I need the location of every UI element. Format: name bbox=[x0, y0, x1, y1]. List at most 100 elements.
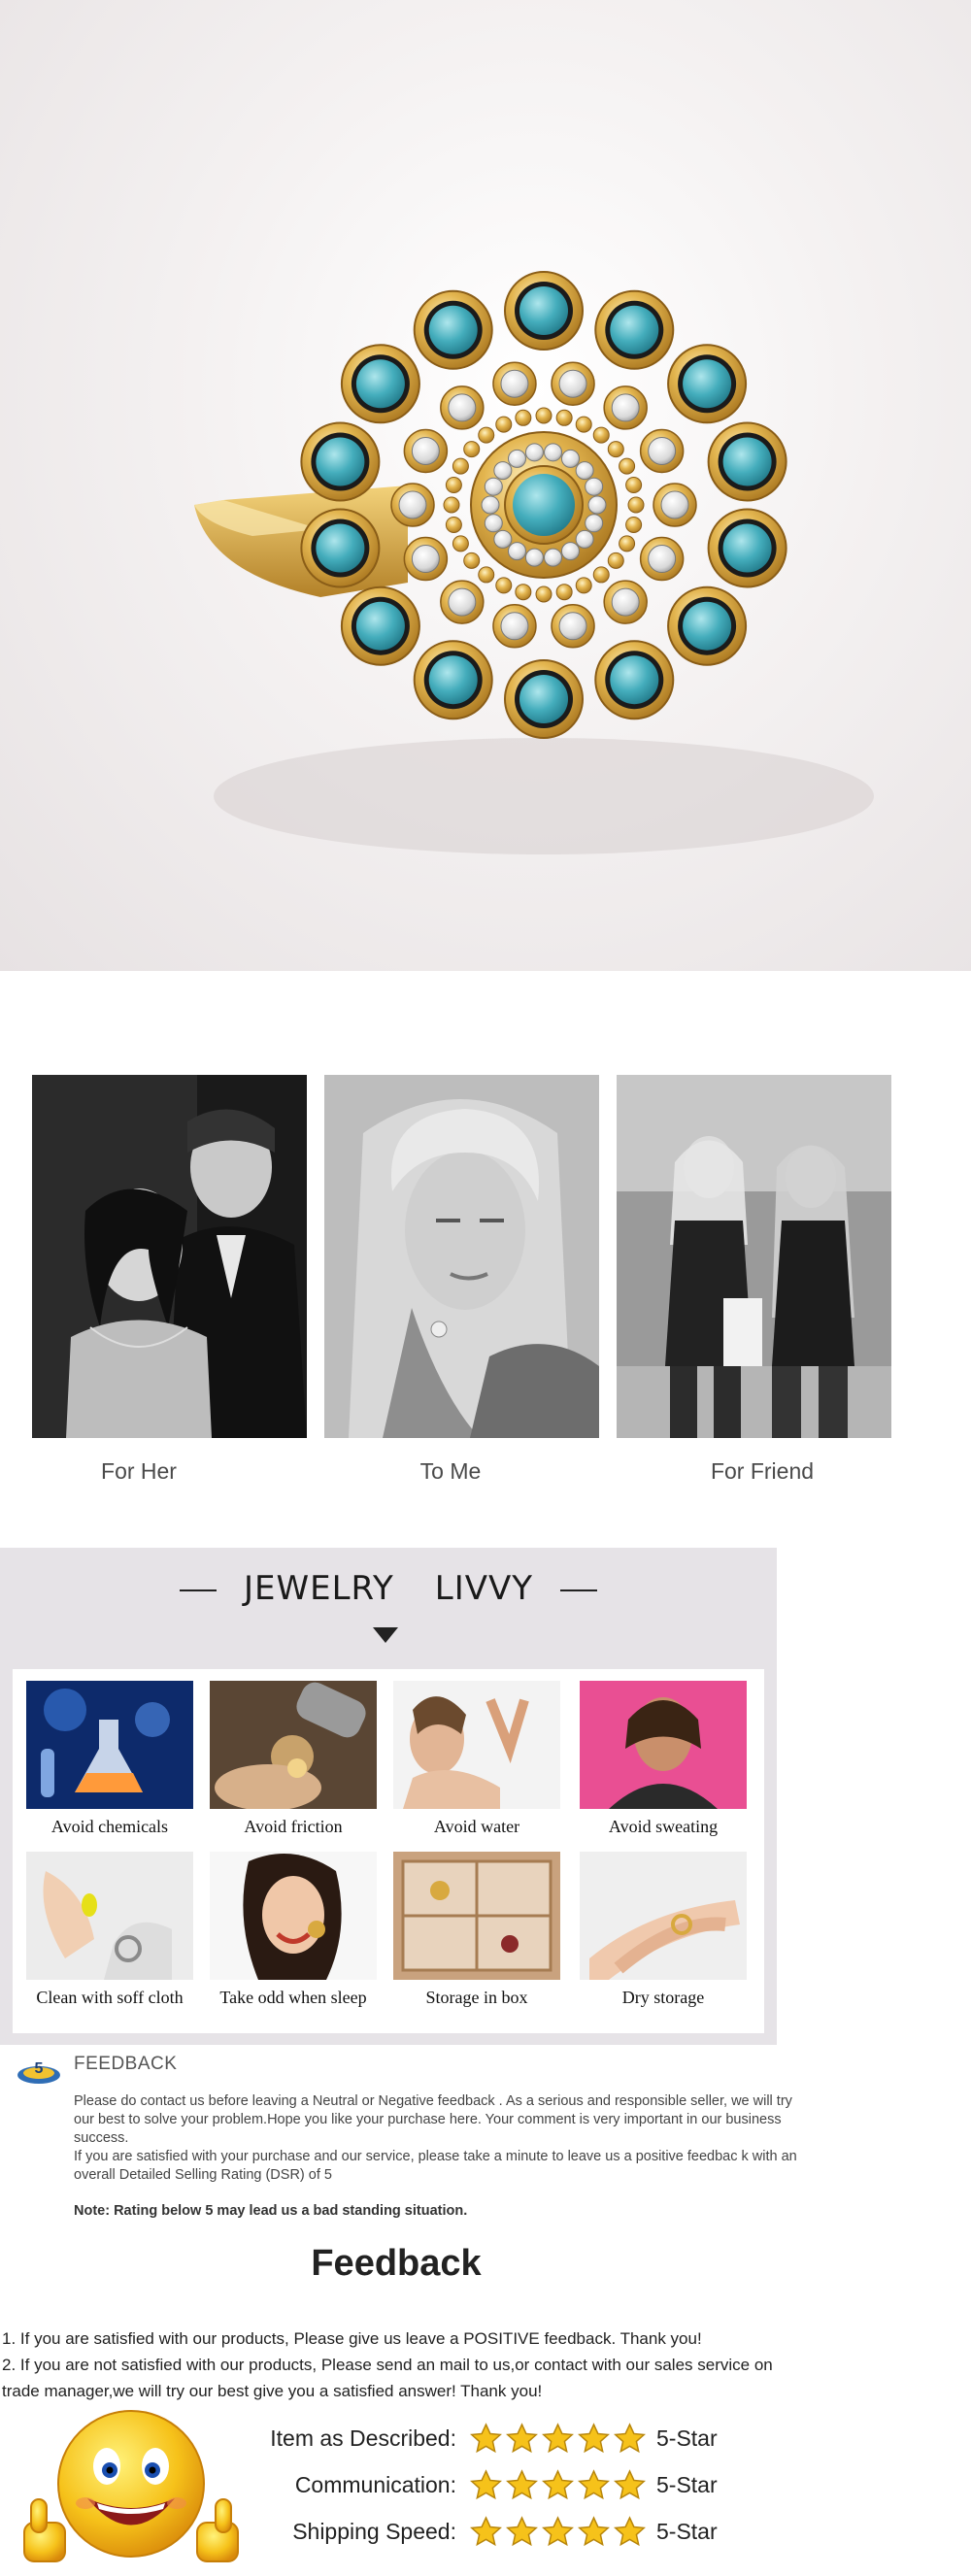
care-tip: Avoid friction bbox=[210, 1681, 377, 1837]
star-icon bbox=[576, 2515, 612, 2555]
diamond-stone bbox=[660, 490, 689, 519]
gold-bead bbox=[535, 407, 552, 424]
feedback-body: Please do contact us before leaving a Ne… bbox=[74, 2092, 797, 2185]
polishing-tool-icon bbox=[210, 1681, 377, 1809]
feedback-note: Note: Rating below 5 may lead us a bad s… bbox=[74, 2203, 468, 2219]
diamond-stone bbox=[500, 369, 529, 398]
star-icon bbox=[468, 2468, 504, 2508]
lab-flask-icon bbox=[26, 1681, 193, 1809]
gift-occasions-section: For Her To Me For Friend bbox=[0, 971, 971, 1544]
couple-photo bbox=[32, 1075, 307, 1438]
pave-diamond bbox=[481, 495, 500, 515]
star-icon bbox=[612, 2422, 648, 2461]
feedback-heading: FEEDBACK bbox=[74, 2054, 178, 2074]
care-tip-label: Clean with soff cloth bbox=[36, 1988, 184, 2007]
diamond-stone bbox=[398, 490, 427, 519]
gold-bead bbox=[463, 441, 481, 458]
occasion-label: For Friend bbox=[710, 1458, 815, 1484]
woman-portrait-photo bbox=[324, 1075, 599, 1438]
rating-value: 5-Star bbox=[656, 2425, 718, 2451]
gold-bead bbox=[515, 584, 532, 601]
gold-bead bbox=[625, 477, 643, 494]
gold-bead bbox=[607, 441, 624, 458]
pave-diamond bbox=[575, 529, 594, 549]
triangle-down-icon bbox=[373, 1627, 398, 1643]
pave-diamond bbox=[544, 548, 563, 567]
occasion-label: To Me bbox=[419, 1458, 482, 1484]
turquoise-stone bbox=[519, 675, 568, 723]
center-turquoise-stone bbox=[513, 474, 575, 536]
occasion-for-friend: For Friend bbox=[617, 1075, 891, 1484]
care-tip-label: Avoid friction bbox=[244, 1817, 343, 1836]
turquoise-stone bbox=[610, 655, 659, 705]
badge-number: 5 bbox=[35, 2060, 44, 2077]
diamond-stone bbox=[448, 393, 477, 422]
turquoise-stone bbox=[610, 305, 659, 354]
care-tip: Take odd when sleep bbox=[210, 1852, 377, 2008]
star-icon bbox=[612, 2515, 648, 2555]
gold-bead bbox=[607, 552, 624, 569]
gold-bead bbox=[478, 566, 495, 584]
care-tip-label: Avoid water bbox=[433, 1817, 520, 1836]
turquoise-stone bbox=[316, 523, 365, 573]
care-tip: Avoid sweating bbox=[580, 1681, 747, 1837]
rating-row-item-described: Item as Described: bbox=[0, 2422, 456, 2460]
jewelry-care-section: JEWELRY LIVVY Avoid chemicals Avoid fric… bbox=[0, 1548, 777, 2045]
turquoise-stone bbox=[683, 359, 732, 409]
star-rating bbox=[468, 2422, 648, 2461]
rating-label: Communication: bbox=[294, 2472, 456, 2497]
care-title-name: LIVVY bbox=[434, 1569, 534, 1608]
sleeping-woman-icon bbox=[210, 1852, 377, 1980]
diamond-stone bbox=[448, 587, 477, 617]
gold-bead bbox=[445, 477, 462, 494]
star-icon bbox=[540, 2515, 576, 2555]
pave-diamond bbox=[585, 514, 604, 533]
gold-bead bbox=[452, 535, 469, 552]
turquoise-stone bbox=[428, 655, 478, 705]
care-title-brand: JEWELRY bbox=[243, 1569, 394, 1608]
diamond-stone bbox=[500, 612, 529, 641]
gold-bead bbox=[592, 426, 610, 444]
diamond-stone bbox=[411, 545, 440, 574]
rating-row-communication: Communication: bbox=[0, 2468, 456, 2507]
care-tip-label: Dry storage bbox=[621, 1988, 705, 2007]
rating-label: Item as Described: bbox=[270, 2425, 456, 2451]
pave-diamond bbox=[524, 443, 544, 462]
jewelry-box-icon bbox=[393, 1852, 560, 1980]
rating-value: 5-Star bbox=[656, 2472, 718, 2497]
gold-bead bbox=[627, 496, 645, 514]
gold-bead bbox=[515, 409, 532, 426]
gold-bead bbox=[575, 577, 592, 594]
turquoise-stone bbox=[519, 286, 568, 335]
care-tip-label: Avoid chemicals bbox=[50, 1817, 169, 1836]
pave-diamond bbox=[484, 514, 503, 533]
pave-diamond bbox=[561, 449, 580, 468]
gold-bead bbox=[555, 584, 573, 601]
pave-diamond bbox=[561, 542, 580, 561]
diamond-stone bbox=[558, 612, 587, 641]
sweat-woman-icon bbox=[580, 1681, 747, 1809]
pave-diamond bbox=[508, 542, 526, 561]
care-tip: Avoid water bbox=[393, 1681, 560, 1837]
star-icon bbox=[468, 2515, 504, 2555]
care-title: JEWELRY LIVVY bbox=[0, 1569, 777, 1608]
star-icon bbox=[504, 2422, 540, 2461]
pave-diamond bbox=[508, 449, 526, 468]
gold-bead bbox=[555, 409, 573, 426]
diamond-stone bbox=[648, 545, 677, 574]
pave-diamond bbox=[493, 529, 513, 549]
ring-hand-icon bbox=[580, 1852, 747, 1980]
care-tip-label: Storage in box bbox=[425, 1988, 528, 2007]
feedback-title: Feedback bbox=[311, 2243, 482, 2284]
star-icon bbox=[504, 2515, 540, 2555]
gold-bead bbox=[463, 552, 481, 569]
rating-row-shipping-speed: Shipping Speed: bbox=[0, 2515, 456, 2554]
diamond-stone bbox=[411, 436, 440, 465]
turquoise-stone bbox=[428, 305, 478, 354]
rating-value: 5-Star bbox=[656, 2519, 718, 2544]
five-star-badge-icon: 5 bbox=[16, 2056, 62, 2091]
title-dash-right bbox=[560, 1589, 598, 1591]
turquoise-stone bbox=[683, 601, 732, 651]
star-rating bbox=[468, 2515, 648, 2555]
gold-bead bbox=[619, 535, 636, 552]
